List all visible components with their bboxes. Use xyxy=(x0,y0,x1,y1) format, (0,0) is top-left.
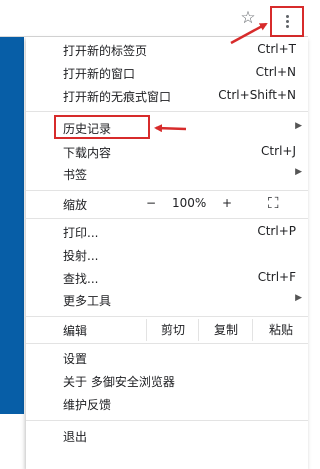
fullscreen-icon[interactable]: ⛶ xyxy=(268,194,279,212)
menu-item-more-tools[interactable]: 更多工具 ▶ xyxy=(26,289,308,311)
paste-button[interactable]: 粘贴 xyxy=(252,319,309,341)
menu-item-print[interactable]: 打印... Ctrl+P xyxy=(26,221,308,243)
submenu-arrow-icon: ▶ xyxy=(295,167,302,177)
menu-item-label: 打开新的窗口 xyxy=(63,67,136,81)
zoom-out-button[interactable]: − xyxy=(146,196,156,210)
menu-item-label: 缩放 xyxy=(63,198,88,212)
menu-divider xyxy=(26,343,308,344)
menu-item-settings[interactable]: 设置 xyxy=(26,347,308,369)
menu-item-incognito[interactable]: 打开新的无痕式窗口 Ctrl+Shift+N xyxy=(26,85,308,107)
menu-item-label: 打开新的标签页 xyxy=(63,44,148,58)
menu-item-label: 书签 xyxy=(63,168,88,182)
menu-button[interactable] xyxy=(270,6,304,37)
menu-item-label: 打开新的无痕式窗口 xyxy=(63,90,172,104)
menu-item-label: 编辑 xyxy=(63,324,88,338)
menu-item-new-window[interactable]: 打开新的窗口 Ctrl+N xyxy=(26,62,308,84)
submenu-arrow-icon: ▶ xyxy=(295,293,302,303)
menu-dot-icon xyxy=(286,15,289,18)
menu-item-about[interactable]: 关于 多御安全浏览器 xyxy=(26,370,308,392)
menu-item-exit[interactable]: 退出 xyxy=(26,425,308,447)
copy-button[interactable]: 复制 xyxy=(198,319,253,341)
page-blue-panel xyxy=(0,37,24,414)
menu-item-shortcut: Ctrl+F xyxy=(257,270,296,284)
menu-item-label: 设置 xyxy=(63,352,88,366)
menu-item-label: 下载内容 xyxy=(63,146,112,160)
menu-item-cast[interactable]: 投射... xyxy=(26,244,308,266)
menu-item-downloads[interactable]: 下载内容 Ctrl+J xyxy=(26,141,308,163)
menu-item-new-tab[interactable]: 打开新的标签页 Ctrl+T xyxy=(26,39,308,61)
menu-item-shortcut: Ctrl+Shift+N xyxy=(218,88,296,102)
menu-divider xyxy=(26,190,308,191)
menu-divider xyxy=(26,218,308,219)
bookmark-star-icon[interactable]: ☆ xyxy=(238,8,258,28)
menu-item-label: 更多工具 xyxy=(63,294,112,308)
browser-toolbar: ☆ xyxy=(0,0,308,37)
menu-item-zoom: 缩放 − 100% + ⛶ xyxy=(26,193,308,215)
menu-item-label: 查找... xyxy=(63,272,99,286)
menu-dot-icon xyxy=(286,20,289,23)
menu-dot-icon xyxy=(286,25,289,28)
submenu-arrow-icon: ▶ xyxy=(295,121,302,131)
menu-divider xyxy=(26,111,308,112)
browser-menu: 打开新的标签页 Ctrl+T 打开新的窗口 Ctrl+N 打开新的无痕式窗口 C… xyxy=(26,37,308,469)
menu-item-feedback[interactable]: 维护反馈 xyxy=(26,393,308,415)
zoom-level: 100% xyxy=(172,196,207,210)
menu-divider xyxy=(26,420,308,421)
menu-item-shortcut: Ctrl+N xyxy=(255,65,296,79)
menu-item-label: 投射... xyxy=(63,249,99,263)
history-highlight-box xyxy=(54,115,150,139)
menu-item-shortcut: Ctrl+T xyxy=(257,42,296,56)
menu-item-label: 关于 多御安全浏览器 xyxy=(63,375,175,389)
zoom-in-button[interactable]: + xyxy=(222,196,232,210)
menu-divider xyxy=(26,316,308,317)
menu-item-shortcut: Ctrl+P xyxy=(257,224,296,238)
menu-item-bookmarks[interactable]: 书签 ▶ xyxy=(26,163,308,185)
menu-item-edit: 编辑 剪切 复制 粘贴 xyxy=(26,319,308,341)
cut-button[interactable]: 剪切 xyxy=(146,319,199,341)
menu-item-shortcut: Ctrl+J xyxy=(261,144,296,158)
menu-item-label: 退出 xyxy=(63,430,88,444)
menu-item-find[interactable]: 查找... Ctrl+F xyxy=(26,267,308,289)
menu-item-label: 打印... xyxy=(63,226,99,240)
menu-item-label: 维护反馈 xyxy=(63,398,112,412)
